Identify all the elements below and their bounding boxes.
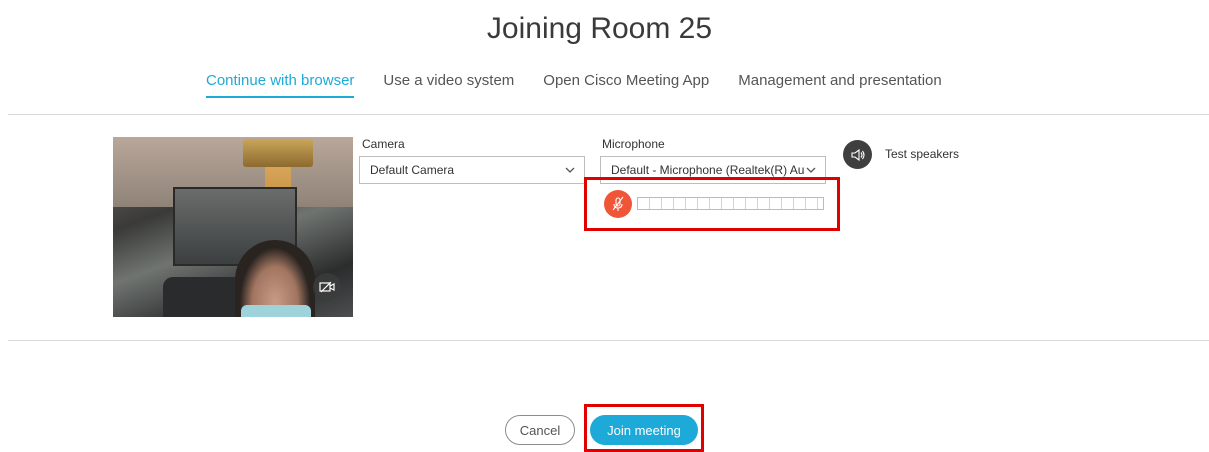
tab-bar: Continue with browser Use a video system…	[206, 72, 971, 98]
cancel-button[interactable]: Cancel	[505, 415, 575, 445]
camera-preview	[113, 137, 353, 317]
preview-chair	[163, 277, 243, 317]
camera-off-button[interactable]	[313, 273, 341, 301]
top-divider	[8, 114, 1209, 115]
chevron-down-icon	[806, 167, 816, 173]
camera-select-value: Default Camera	[370, 163, 455, 177]
microphone-select[interactable]: Default - Microphone (Realtek(R) Au	[600, 156, 826, 184]
preview-mask	[241, 305, 311, 317]
tab-management-presentation[interactable]: Management and presentation	[738, 72, 941, 98]
speaker-icon	[850, 148, 865, 161]
page-title: Joining Room 25	[486, 12, 713, 45]
mic-mute-toggle[interactable]	[604, 190, 632, 218]
chevron-down-icon	[565, 167, 575, 173]
mic-muted-icon	[612, 196, 624, 211]
camera-select[interactable]: Default Camera	[359, 156, 585, 184]
preview-shrine	[243, 139, 313, 167]
tab-open-cisco-meeting-app[interactable]: Open Cisco Meeting App	[543, 72, 709, 98]
mic-level-meter	[637, 197, 824, 210]
test-speakers-button[interactable]	[843, 140, 872, 169]
tab-use-video-system[interactable]: Use a video system	[383, 72, 514, 98]
join-meeting-button[interactable]: Join meeting	[590, 415, 698, 445]
bottom-divider	[8, 340, 1209, 341]
test-speakers-label[interactable]: Test speakers	[885, 147, 959, 161]
camera-label: Camera	[362, 137, 405, 151]
tab-continue-with-browser[interactable]: Continue with browser	[206, 72, 355, 98]
camera-off-icon	[319, 281, 335, 293]
microphone-label: Microphone	[602, 137, 665, 151]
microphone-select-value: Default - Microphone (Realtek(R) Au	[611, 163, 805, 177]
